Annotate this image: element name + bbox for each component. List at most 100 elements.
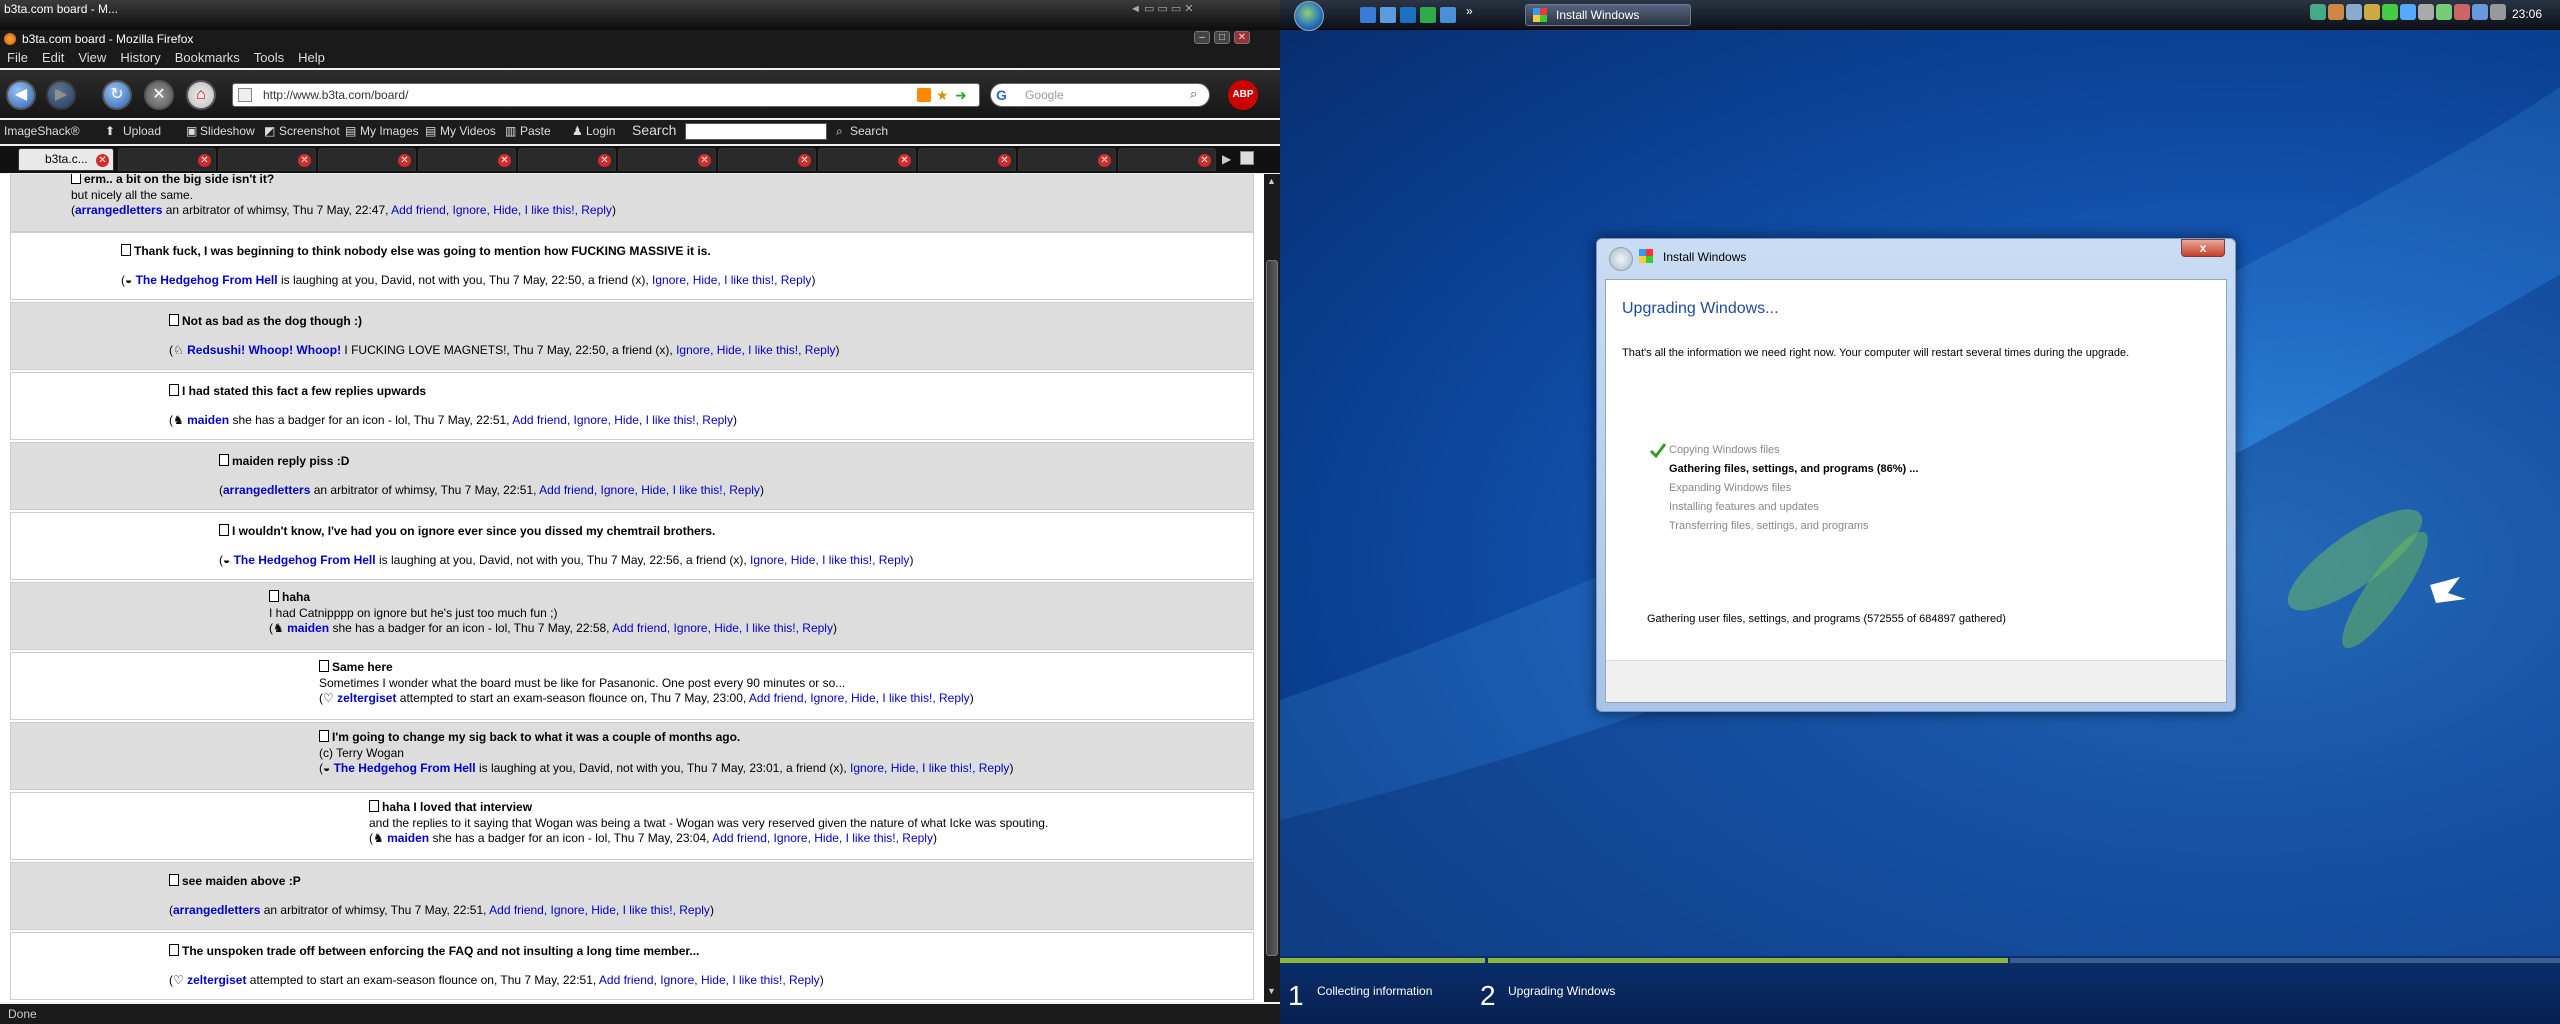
tab-close-icon[interactable]: ✕ xyxy=(798,154,811,167)
post-title[interactable]: Thank fuck, I was beginning to think nob… xyxy=(134,244,711,258)
maximize-button[interactable]: □ xyxy=(1214,31,1230,44)
slideshow-button[interactable]: Slideshow xyxy=(200,124,255,138)
menu-edit[interactable]: Edit xyxy=(35,48,71,67)
stop-icon[interactable]: ✕ xyxy=(144,80,174,110)
tab-item[interactable]: ✕ xyxy=(318,148,416,171)
tray-icon[interactable] xyxy=(2310,4,2326,20)
screenshot-button[interactable]: Screenshot xyxy=(279,124,340,138)
tray-icon[interactable] xyxy=(2454,4,2470,20)
scroll-up-icon[interactable]: ▲ xyxy=(1267,176,1276,186)
username[interactable]: arrangedletters xyxy=(173,903,260,917)
username[interactable]: arrangedletters xyxy=(223,483,310,497)
tab-item[interactable]: ✕ xyxy=(418,148,516,171)
reload-icon[interactable]: ↻ xyxy=(102,80,132,110)
post-links[interactable]: Ignore, Hide, I like this!, Reply xyxy=(676,343,835,357)
post-links[interactable]: Add friend, Ignore, Hide, I like this!, … xyxy=(539,483,760,497)
search-magnifier-icon[interactable]: ⌕ xyxy=(1190,86,1197,102)
tray-icon[interactable] xyxy=(2382,4,2398,20)
post-title[interactable]: The unspoken trade off between enforcing… xyxy=(182,944,699,958)
tab-close-icon[interactable]: ✕ xyxy=(298,154,311,167)
quicklaunch-icon[interactable] xyxy=(1400,7,1416,23)
post-title[interactable]: haha xyxy=(282,590,310,604)
tab-close-icon[interactable]: ✕ xyxy=(898,154,911,167)
star-icon[interactable]: ★ xyxy=(936,87,949,104)
close-button[interactable]: ✕ xyxy=(1234,31,1250,44)
imageshack-search-input[interactable] xyxy=(685,123,827,140)
firefox-tab-title[interactable]: b3ta.com board - M... xyxy=(4,2,164,16)
post-title[interactable]: I'm going to change my sig back to what … xyxy=(332,730,740,744)
post-title[interactable]: erm.. a bit on the big side isn't it? xyxy=(84,174,274,186)
post-title[interactable]: see maiden above :P xyxy=(182,874,301,888)
tray-icon[interactable] xyxy=(2436,4,2452,20)
menu-help[interactable]: Help xyxy=(291,48,332,67)
forward-arrow-icon[interactable]: ▶ xyxy=(46,80,76,110)
username[interactable]: maiden xyxy=(387,831,429,845)
start-button[interactable] xyxy=(1294,1,1324,31)
post-links[interactable]: Add friend, Ignore, Hide, I like this!, … xyxy=(599,973,820,987)
tray-icon[interactable] xyxy=(2490,4,2506,20)
username[interactable]: zeltergiset xyxy=(187,973,246,987)
paste-button[interactable]: Paste xyxy=(520,124,551,138)
my-images-button[interactable]: My Images xyxy=(360,124,419,138)
scrollbar-thumb[interactable] xyxy=(1266,260,1278,956)
post-title[interactable]: haha I loved that interview xyxy=(382,800,532,814)
tab-close-icon[interactable]: ✕ xyxy=(198,154,211,167)
tab-close-icon[interactable]: ✕ xyxy=(96,154,109,167)
scroll-down-icon[interactable]: ▼ xyxy=(1267,986,1276,996)
google-icon[interactable]: G xyxy=(996,87,1014,103)
home-icon[interactable]: ⌂ xyxy=(186,80,216,110)
post-title[interactable]: I had stated this fact a few replies upw… xyxy=(182,384,426,398)
new-tab-icon[interactable] xyxy=(1240,151,1254,165)
username[interactable]: arrangedletters xyxy=(75,203,162,217)
rss-icon[interactable] xyxy=(917,88,931,102)
adblock-button[interactable]: ABP xyxy=(1228,80,1258,110)
post-links[interactable]: Add friend, Ignore, Hide, I like this!, … xyxy=(489,903,710,917)
username[interactable]: zeltergiset xyxy=(337,691,396,705)
back-arrow-icon[interactable]: ◀ xyxy=(6,80,36,110)
post-links[interactable]: Add friend, Ignore, Hide, I like this!, … xyxy=(512,413,733,427)
tab-b3ta[interactable]: b3ta.c... ✕ xyxy=(18,148,114,171)
tray-icon[interactable] xyxy=(2346,4,2362,20)
tab-item[interactable]: ✕ xyxy=(518,148,616,171)
tab-item[interactable]: ✕ xyxy=(1118,148,1216,171)
tab-item[interactable]: ✕ xyxy=(1018,148,1116,171)
post-title[interactable]: maiden reply piss :D xyxy=(232,454,349,468)
quicklaunch-icon[interactable] xyxy=(1380,7,1396,23)
menu-view[interactable]: View xyxy=(71,48,113,67)
tray-icon[interactable] xyxy=(2472,4,2488,20)
minimize-button[interactable]: – xyxy=(1194,31,1210,44)
username[interactable]: The Hedgehog From Hell xyxy=(136,273,278,287)
dialog-close-button[interactable]: x xyxy=(2181,239,2225,257)
menu-bookmarks[interactable]: Bookmarks xyxy=(168,48,247,67)
search-input[interactable]: Google xyxy=(990,83,1210,107)
tray-icon[interactable] xyxy=(2364,4,2380,20)
quicklaunch-icon[interactable] xyxy=(1420,7,1436,23)
username[interactable]: maiden xyxy=(287,621,329,635)
tab-close-icon[interactable]: ✕ xyxy=(1198,154,1211,167)
menu-tools[interactable]: Tools xyxy=(247,48,291,67)
login-button[interactable]: Login xyxy=(586,124,615,138)
page-scrollbar[interactable]: ▲ ▼ xyxy=(1264,174,1280,1002)
back-arrow-icon[interactable] xyxy=(1609,247,1633,271)
tab-item[interactable]: ✕ xyxy=(718,148,816,171)
tab-close-icon[interactable]: ✕ xyxy=(698,154,711,167)
tray-icon[interactable] xyxy=(2400,4,2416,20)
quicklaunch-icon[interactable] xyxy=(1360,7,1376,23)
tab-close-icon[interactable]: ✕ xyxy=(498,154,511,167)
go-arrow-icon[interactable]: ➜ xyxy=(955,87,967,104)
tab-item[interactable]: ✕ xyxy=(618,148,716,171)
username[interactable]: Redsushi! Whoop! Whoop! xyxy=(187,343,341,357)
post-title[interactable]: Not as bad as the dog though :) xyxy=(182,314,362,328)
quicklaunch-overflow-icon[interactable]: » xyxy=(1466,4,1473,18)
username[interactable]: The Hedgehog From Hell xyxy=(334,761,476,775)
username[interactable]: The Hedgehog From Hell xyxy=(234,553,376,567)
post-title[interactable]: Same here xyxy=(332,660,393,674)
post-links[interactable]: Add friend, Ignore, Hide, I like this!, … xyxy=(749,691,970,705)
post-links[interactable]: Ignore, Hide, I like this!, Reply xyxy=(750,553,909,567)
url-bar[interactable]: http://www.b3ta.com/board/ xyxy=(232,83,980,107)
taskbar-install-windows[interactable]: Install Windows xyxy=(1525,4,1691,26)
tab-item[interactable]: ✕ xyxy=(218,148,316,171)
upload-button[interactable]: Upload xyxy=(123,124,161,138)
post-links[interactable]: Add friend, Ignore, Hide, I like this!, … xyxy=(712,831,933,845)
imageshack-search-button[interactable]: Search xyxy=(850,124,888,138)
